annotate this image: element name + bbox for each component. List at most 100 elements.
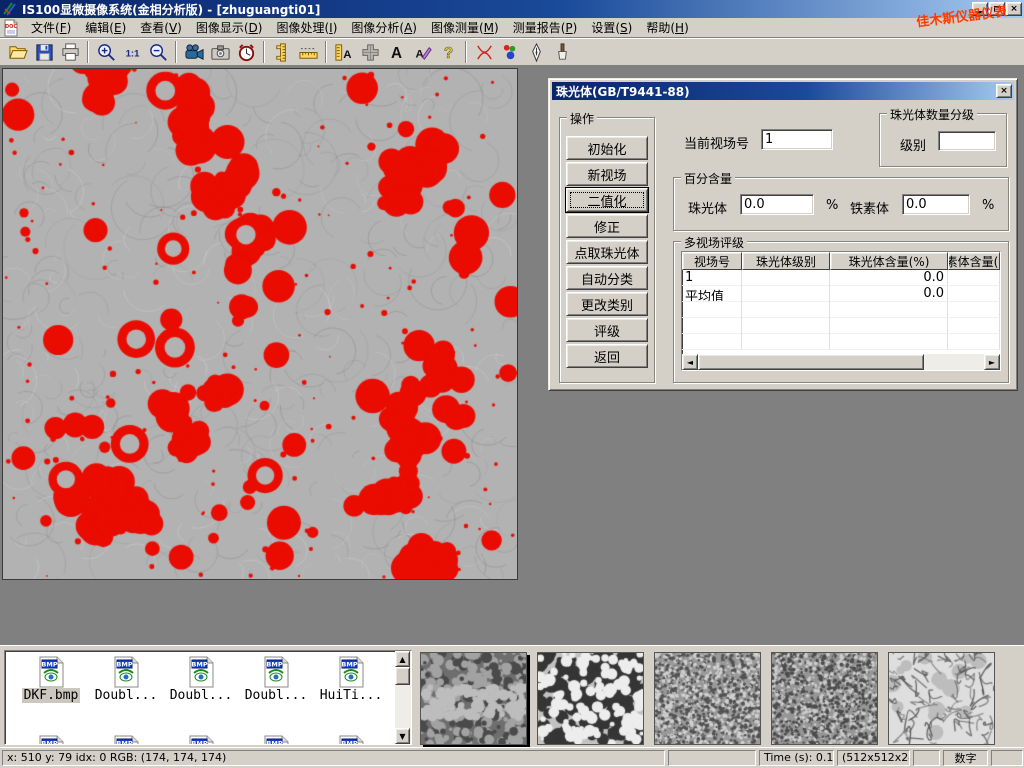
- minimize-button[interactable]: [972, 2, 988, 16]
- grid-stamp-button[interactable]: [357, 40, 383, 65]
- thumbnail-3[interactable]: [771, 652, 878, 745]
- video-camera-button[interactable]: [181, 40, 207, 65]
- help-button[interactable]: ?: [435, 40, 461, 65]
- caliper-icon: [272, 42, 293, 63]
- op-button-7[interactable]: 评级: [566, 318, 648, 342]
- menu-item-image-analysis[interactable]: 图像分析(A): [344, 17, 424, 38]
- op-button-1[interactable]: 新视场: [566, 162, 648, 186]
- file-item-4[interactable]: BMPHuiTi...: [315, 656, 387, 703]
- menu-item-view[interactable]: 查看(V): [133, 17, 189, 38]
- grade-input[interactable]: [938, 131, 996, 151]
- table-header-1[interactable]: 珠光体级别: [742, 252, 830, 270]
- scroll-right-button[interactable]: ►: [984, 354, 1000, 370]
- measure-text-icon: A: [334, 42, 355, 63]
- file-item-partial-1[interactable]: BMP: [90, 735, 162, 745]
- file-item-1[interactable]: BMPDoubl...: [90, 656, 162, 703]
- file-item-0[interactable]: BMPDKF.bmp: [15, 656, 87, 703]
- close-button[interactable]: ×: [1006, 2, 1022, 16]
- bmp-file-icon: BMP: [165, 656, 237, 688]
- table-header-0[interactable]: 视场号: [682, 252, 742, 270]
- file-item-partial-2[interactable]: BMP: [165, 735, 237, 745]
- table-header-3[interactable]: 铁素体含量(%): [948, 252, 1000, 270]
- ferrite-percent-input[interactable]: [902, 194, 970, 215]
- scroll-thumb[interactable]: [698, 354, 924, 370]
- file-item-2[interactable]: BMPDoubl...: [165, 656, 237, 703]
- op-button-2[interactable]: 二值化: [566, 188, 648, 212]
- menu-item-settings[interactable]: 设置(S): [584, 17, 639, 38]
- op-button-6[interactable]: 更改类别: [566, 292, 648, 316]
- table-horizontal-scrollbar[interactable]: ◄ ►: [682, 354, 1000, 370]
- measure-text-button[interactable]: A: [331, 40, 357, 65]
- curve-tool-button[interactable]: [471, 40, 497, 65]
- zoom-in-button[interactable]: [93, 40, 119, 65]
- dialog-title-bar[interactable]: 珠光体(GB/T9441-88) ×: [552, 82, 1014, 100]
- table-cell: [948, 270, 1000, 286]
- file-list-scrollbar[interactable]: ▲ ▼: [395, 651, 411, 744]
- print-button[interactable]: [57, 40, 83, 65]
- zoom-out-button[interactable]: [145, 40, 171, 65]
- micrograph-image[interactable]: [2, 68, 518, 580]
- table-row-2[interactable]: [682, 302, 1000, 318]
- status-empty-1: [668, 750, 756, 766]
- menu-item-image-measure[interactable]: 图像测量(M): [424, 17, 506, 38]
- table-row-4[interactable]: [682, 334, 1000, 350]
- file-name: Doubl...: [243, 688, 310, 703]
- menu-item-image-process[interactable]: 图像处理(I): [269, 17, 344, 38]
- file-item-partial-0[interactable]: BMP: [15, 735, 87, 745]
- ruler-button[interactable]: [295, 40, 321, 65]
- file-item-partial-4[interactable]: BMP: [315, 735, 387, 745]
- file-list[interactable]: ▲ ▼ BMPDKF.bmpBMPDoubl...BMPDoubl...BMPD…: [4, 650, 412, 745]
- open-button[interactable]: [5, 40, 31, 65]
- menu-item-edit[interactable]: 编辑(E): [78, 17, 133, 38]
- document-icon[interactable]: DOC: [2, 19, 20, 37]
- brush-button[interactable]: [549, 40, 575, 65]
- op-button-8[interactable]: 返回: [566, 344, 648, 368]
- op-button-3[interactable]: 修正: [566, 214, 648, 238]
- actual-size-button[interactable]: 1:1: [119, 40, 145, 65]
- op-button-5[interactable]: 自动分类: [566, 266, 648, 290]
- restore-button[interactable]: [989, 2, 1005, 16]
- menu-item-file[interactable]: 文件(F): [24, 17, 78, 38]
- actual-size-icon: 1:1: [122, 42, 143, 63]
- toolbar: 1:1AAA?: [0, 38, 1024, 66]
- scroll-left-button[interactable]: ◄: [682, 354, 698, 370]
- file-item-partial-3[interactable]: BMP: [240, 735, 312, 745]
- dialog-close-button[interactable]: ×: [996, 84, 1012, 98]
- menu-item-image-display[interactable]: 图像显示(D): [189, 17, 270, 38]
- pen-button[interactable]: [523, 40, 549, 65]
- app-icon: [2, 1, 18, 17]
- ferrite-percent-unit: %: [982, 198, 994, 213]
- thumbnail-0[interactable]: [420, 652, 527, 745]
- table-row-1[interactable]: 平均值0.0: [682, 286, 1000, 302]
- menu-item-measure-report[interactable]: 测量报告(P): [506, 17, 585, 38]
- svg-text:BMP: BMP: [116, 740, 132, 746]
- pearlite-percent-input[interactable]: [740, 194, 814, 215]
- menu-item-help[interactable]: 帮助(H): [639, 17, 695, 38]
- table-header-2[interactable]: 珠光体含量(%): [830, 252, 948, 270]
- thumbnail-4[interactable]: [888, 652, 995, 745]
- rating-table[interactable]: 视场号珠光体级别珠光体含量(%)铁素体含量(%) 10.0平均值0.0 ◄ ►: [681, 251, 1001, 371]
- table-row-0[interactable]: 10.0: [682, 270, 1000, 286]
- file-scroll-down-button[interactable]: ▼: [395, 728, 410, 744]
- workspace: 珠光体(GB/T9441-88) × 操作 初始化新视场二值化修正点取珠光体自动…: [0, 66, 1024, 645]
- op-button-0[interactable]: 初始化: [566, 136, 648, 160]
- current-field-input[interactable]: [761, 129, 833, 150]
- caliper-button[interactable]: [269, 40, 295, 65]
- file-item-3[interactable]: BMPDoubl...: [240, 656, 312, 703]
- file-scroll-up-button[interactable]: ▲: [395, 651, 410, 667]
- camera-button[interactable]: [207, 40, 233, 65]
- save-button[interactable]: [31, 40, 57, 65]
- op-button-4[interactable]: 点取珠光体: [566, 240, 648, 264]
- thumbnail-2[interactable]: [654, 652, 761, 745]
- annotate-button[interactable]: A: [409, 40, 435, 65]
- table-cell: 0.0: [830, 286, 948, 302]
- thumbnail-1[interactable]: [537, 652, 644, 745]
- text-button[interactable]: A: [383, 40, 409, 65]
- table-row-3[interactable]: [682, 318, 1000, 334]
- file-scroll-thumb[interactable]: [395, 667, 410, 685]
- annotate-icon: A: [412, 42, 433, 63]
- timer-button[interactable]: [233, 40, 259, 65]
- svg-text:BMP: BMP: [41, 740, 57, 746]
- text-icon: A: [386, 42, 407, 63]
- classify-balls-button[interactable]: [497, 40, 523, 65]
